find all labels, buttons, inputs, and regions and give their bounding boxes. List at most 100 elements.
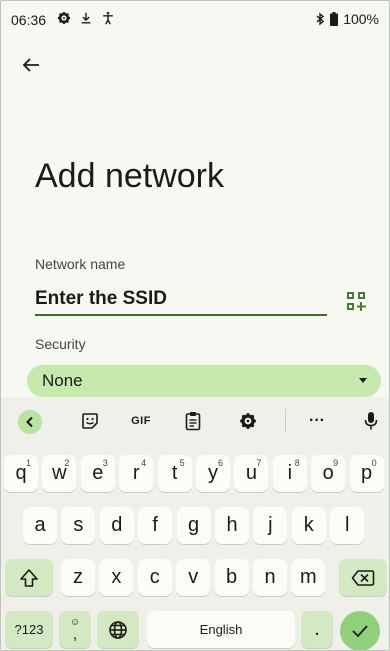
network-name-label: Network name	[35, 256, 126, 272]
key-label: i	[287, 462, 293, 484]
keyboard-collapse-button[interactable]	[18, 410, 42, 434]
key-w[interactable]: w2	[42, 455, 77, 492]
key-label: j	[268, 514, 273, 536]
key-z[interactable]: z	[61, 559, 95, 596]
qr-scan-button[interactable]	[345, 290, 367, 312]
bluetooth-icon	[316, 12, 325, 26]
key-hint: 5	[179, 458, 185, 468]
key-label: c	[149, 566, 160, 588]
key-s[interactable]: s	[61, 507, 96, 544]
security-value: None	[42, 371, 83, 390]
key-label: q	[15, 462, 27, 484]
key-p[interactable]: p0	[349, 455, 384, 492]
voice-input-button[interactable]	[361, 409, 381, 433]
key-r[interactable]: r4	[119, 455, 154, 492]
key-hint: 1	[25, 458, 31, 468]
gif-button[interactable]: GIF	[126, 409, 156, 433]
key-f[interactable]: f	[138, 507, 173, 544]
security-dropdown[interactable]: None	[27, 365, 381, 397]
back-button[interactable]	[17, 51, 45, 79]
status-time: 06:36	[11, 12, 47, 28]
keyboard-toolbar: GIF ···	[1, 397, 389, 445]
key-q[interactable]: q1	[4, 455, 38, 492]
comma-label: ,	[72, 625, 78, 643]
key-label: x	[111, 566, 122, 588]
key-label: p	[361, 462, 373, 484]
key-label: h	[226, 514, 238, 536]
key-c[interactable]: c	[137, 559, 172, 596]
key-label: z	[73, 566, 83, 588]
key-label: v	[188, 566, 199, 588]
gear-icon	[240, 413, 256, 429]
chevron-left-icon	[26, 416, 33, 428]
period-key[interactable]: .	[301, 611, 333, 648]
ssid-input[interactable]	[35, 284, 327, 316]
keyboard-settings-button[interactable]	[236, 409, 260, 433]
shift-key[interactable]	[5, 559, 53, 596]
key-label: r	[132, 462, 140, 484]
enter-key[interactable]	[340, 611, 380, 650]
accessibility-icon	[103, 11, 113, 25]
language-switch-key[interactable]	[97, 611, 139, 648]
key-hint: 6	[217, 458, 223, 468]
emoji-comma-key[interactable]: ☺ ,	[59, 611, 91, 648]
check-icon	[352, 625, 368, 638]
key-label: m	[300, 566, 317, 588]
key-j[interactable]: j	[253, 507, 288, 544]
key-n[interactable]: n	[253, 559, 287, 596]
backspace-icon	[351, 569, 375, 586]
qr-code-icon	[347, 292, 366, 311]
page-title: Add network	[35, 157, 224, 195]
key-u[interactable]: u7	[234, 455, 269, 492]
key-label: o	[322, 462, 334, 484]
symbols-key[interactable]: ?123	[5, 611, 53, 648]
battery-percent: 100%	[343, 11, 379, 27]
key-label: d	[111, 514, 123, 536]
key-label: f	[152, 514, 158, 536]
settings-icon	[57, 11, 71, 25]
key-label: g	[188, 514, 200, 536]
backspace-key[interactable]	[339, 559, 387, 596]
emoji-icon	[82, 413, 98, 429]
key-e[interactable]: e3	[80, 455, 115, 492]
more-options-button[interactable]: ···	[305, 409, 329, 433]
key-h[interactable]: h	[215, 507, 249, 544]
key-y[interactable]: y6	[196, 455, 230, 492]
key-hint: 3	[102, 458, 108, 468]
key-label: k	[303, 514, 314, 536]
key-t[interactable]: t5	[157, 455, 192, 492]
key-label: n	[264, 566, 276, 588]
key-label: s	[73, 514, 84, 536]
key-g[interactable]: g	[176, 507, 211, 544]
mic-icon	[364, 412, 378, 430]
key-l[interactable]: l	[330, 507, 365, 544]
key-label: e	[92, 462, 104, 484]
key-label: l	[344, 514, 350, 536]
key-hint: 8	[294, 458, 300, 468]
security-label: Security	[35, 336, 86, 352]
key-a[interactable]: a	[23, 507, 57, 544]
key-label: u	[245, 462, 257, 484]
key-d[interactable]: d	[99, 507, 134, 544]
key-k[interactable]: k	[291, 507, 326, 544]
space-key[interactable]: English	[147, 611, 295, 648]
key-v[interactable]: v	[176, 559, 211, 596]
key-hint: 7	[256, 458, 262, 468]
emoji-sticker-button[interactable]	[78, 409, 102, 433]
toolbar-divider	[285, 409, 286, 433]
key-o[interactable]: o9	[311, 455, 346, 492]
key-label: b	[226, 566, 238, 588]
key-b[interactable]: b	[214, 559, 249, 596]
screen: 06:36 100% Add network Network name Secu…	[0, 0, 390, 651]
globe-icon	[109, 620, 127, 639]
key-x[interactable]: x	[99, 559, 134, 596]
status-bar: 06:36 100%	[1, 1, 389, 43]
clipboard-button[interactable]	[181, 409, 205, 433]
key-hint: 9	[333, 458, 339, 468]
key-i[interactable]: i8	[272, 455, 307, 492]
clipboard-icon	[185, 412, 201, 431]
key-m[interactable]: m	[291, 559, 326, 596]
key-hint: 0	[371, 458, 377, 468]
chevron-down-icon	[359, 378, 367, 383]
key-label: y	[208, 462, 218, 484]
